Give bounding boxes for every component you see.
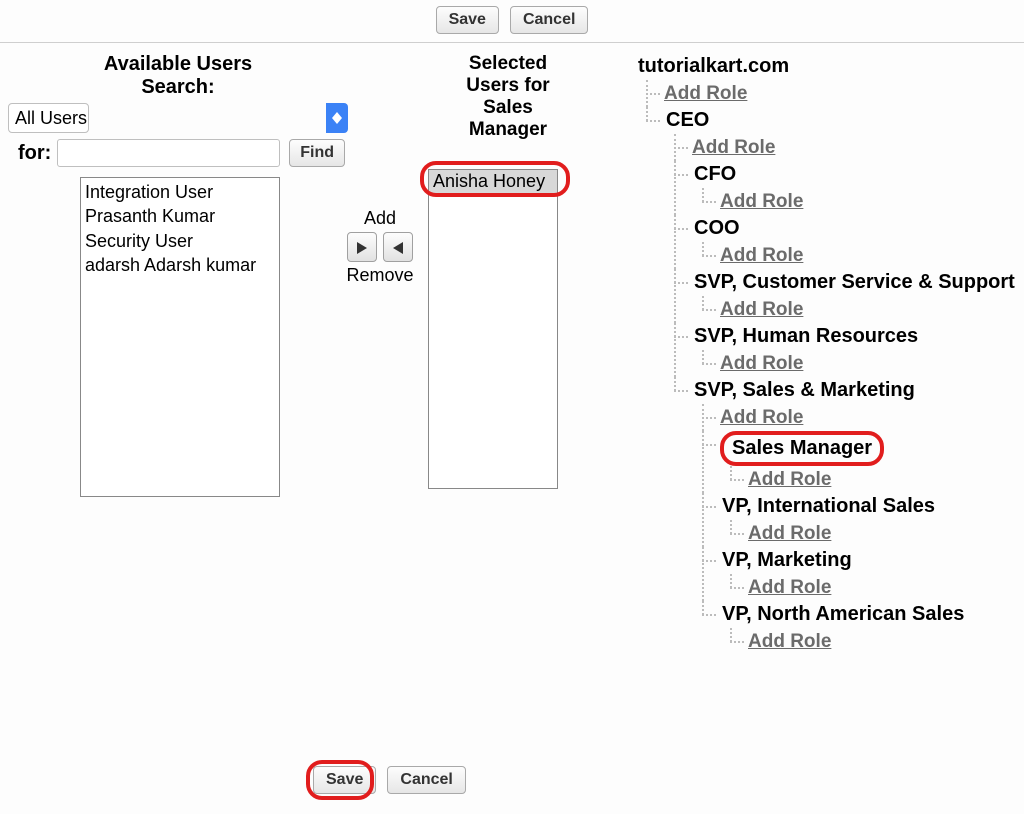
selected-users-list[interactable]: Anisha Honey: [428, 169, 558, 489]
cancel-button-bottom[interactable]: Cancel: [387, 766, 465, 794]
tree-node-svp-sm[interactable]: SVP, Sales & Marketing: [692, 377, 917, 404]
available-user-item[interactable]: Integration User: [85, 180, 275, 204]
cancel-button-top[interactable]: Cancel: [510, 6, 588, 34]
add-role-link[interactable]: Add Role: [720, 191, 803, 212]
available-user-item[interactable]: Prasanth Kumar: [85, 204, 275, 228]
tree-node-vp-intl[interactable]: VP, International Sales: [720, 493, 937, 520]
tree-node-cfo[interactable]: CFO: [692, 161, 738, 188]
add-label: Add: [340, 208, 420, 229]
available-users-heading: Available Users Search:: [8, 53, 348, 99]
available-users-list[interactable]: Integration UserPrasanth KumarSecurity U…: [80, 177, 280, 497]
tree-node-coo[interactable]: COO: [692, 215, 742, 242]
arrow-right-icon: [357, 242, 367, 254]
arrow-left-icon: [393, 242, 403, 254]
selected-users-heading: Selected Users for Sales Manager: [438, 53, 578, 140]
add-role-link[interactable]: Add Role: [664, 83, 747, 104]
available-user-item[interactable]: Security User: [85, 229, 275, 253]
search-input[interactable]: [57, 139, 280, 167]
tree-node-svp-hr[interactable]: SVP, Human Resources: [692, 323, 920, 350]
tree-node-vp-mkt[interactable]: VP, Marketing: [720, 547, 854, 574]
bottom-button-row: Save Cancel: [310, 766, 469, 794]
save-button-bottom[interactable]: Save: [313, 766, 376, 794]
for-label: for:: [8, 142, 51, 165]
save-button-top[interactable]: Save: [436, 6, 499, 34]
tree-node-sales-manager[interactable]: Sales Manager: [720, 431, 884, 466]
available-user-item[interactable]: adarsh Adarsh kumar: [85, 253, 275, 277]
selected-user-item[interactable]: Anisha Honey: [429, 170, 557, 193]
tree-node-vp-na[interactable]: VP, North American Sales: [720, 601, 966, 628]
add-role-link[interactable]: Add Role: [748, 631, 831, 652]
select-arrows-icon: [326, 103, 348, 133]
add-role-link[interactable]: Add Role: [720, 245, 803, 266]
find-button[interactable]: Find: [289, 139, 345, 167]
remove-label: Remove: [340, 265, 420, 286]
add-role-link[interactable]: Add Role: [692, 137, 775, 158]
remove-button[interactable]: [383, 232, 413, 262]
top-button-row: Save Cancel: [0, 0, 1024, 42]
role-hierarchy-tree: tutorialkart.com Add Role CEO Add Role C…: [608, 53, 1024, 655]
add-role-link[interactable]: Add Role: [748, 469, 831, 490]
tree-node-ceo[interactable]: CEO: [664, 107, 711, 134]
tree-node-svp-cs[interactable]: SVP, Customer Service & Support: [692, 269, 1017, 296]
add-role-link[interactable]: Add Role: [748, 523, 831, 544]
add-role-link[interactable]: Add Role: [720, 299, 803, 320]
tree-root-label: tutorialkart.com: [636, 53, 791, 80]
add-button[interactable]: [347, 232, 377, 262]
add-role-link[interactable]: Add Role: [720, 407, 803, 428]
add-role-link[interactable]: Add Role: [748, 577, 831, 598]
search-scope-select[interactable]: All Users: [8, 103, 89, 133]
add-role-link[interactable]: Add Role: [720, 353, 803, 374]
